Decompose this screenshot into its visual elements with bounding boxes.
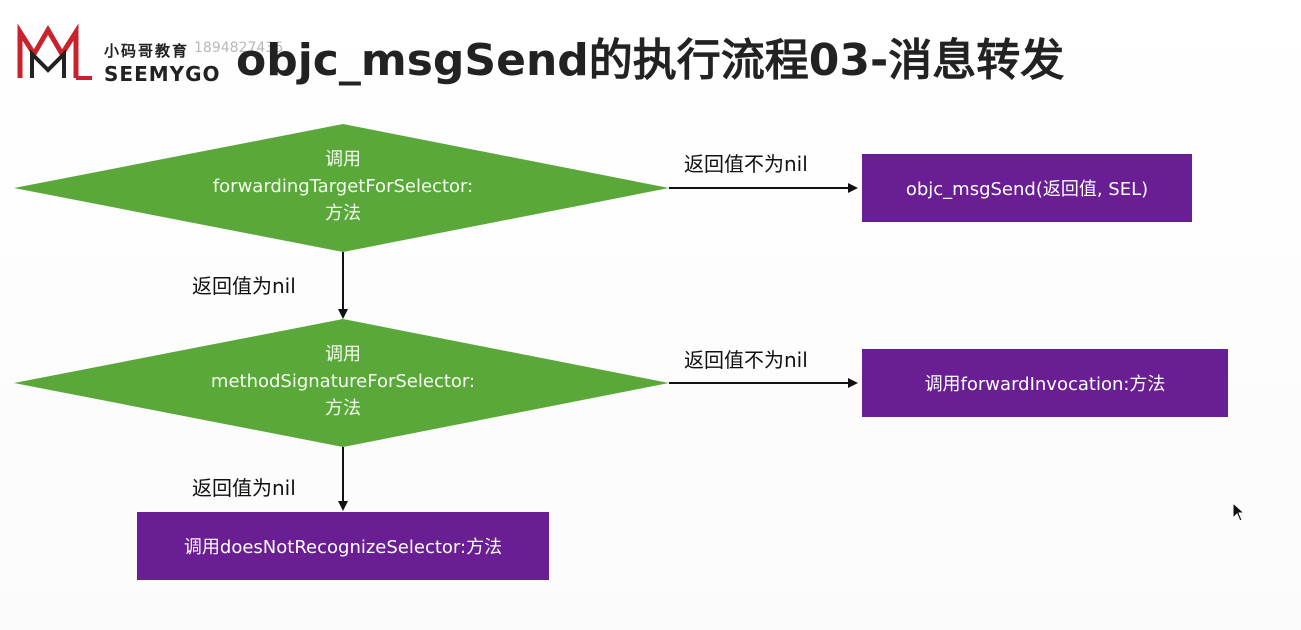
edge-label-not-nil-1: 返回值不为nil bbox=[684, 152, 808, 176]
decision-1-line1: 调用 bbox=[325, 149, 361, 170]
decision-2-line3: 方法 bbox=[325, 398, 361, 419]
edge-label-nil-1: 返回值为nil bbox=[192, 274, 296, 298]
edge-label-not-nil-2: 返回值不为nil bbox=[684, 348, 808, 372]
box-objc-msgsend: objc_msgSend(返回值, SEL) bbox=[862, 154, 1192, 222]
decision-1-line2: forwardingTargetForSelector: bbox=[212, 176, 474, 197]
decision-2-line1: 调用 bbox=[325, 344, 361, 365]
slide: 小码哥教育 SEEMYGO 1894827436 objc_msgSend的执行… bbox=[0, 0, 1301, 630]
mouse-cursor-icon bbox=[1232, 502, 1246, 522]
edge-label-nil-2: 返回值为nil bbox=[192, 476, 296, 500]
box-forward-invocation: 调用forwardInvocation:方法 bbox=[862, 349, 1228, 417]
decision-method-signature-label: 调用 methodSignatureForSelector: 方法 bbox=[143, 341, 543, 422]
box-does-not-recognize-selector: 调用doesNotRecognizeSelector:方法 bbox=[137, 512, 549, 580]
decision-1-line3: 方法 bbox=[325, 203, 361, 224]
decision-2-line2: methodSignatureForSelector: bbox=[210, 371, 476, 392]
decision-forwarding-target-label: 调用 forwardingTargetForSelector: 方法 bbox=[143, 146, 543, 227]
